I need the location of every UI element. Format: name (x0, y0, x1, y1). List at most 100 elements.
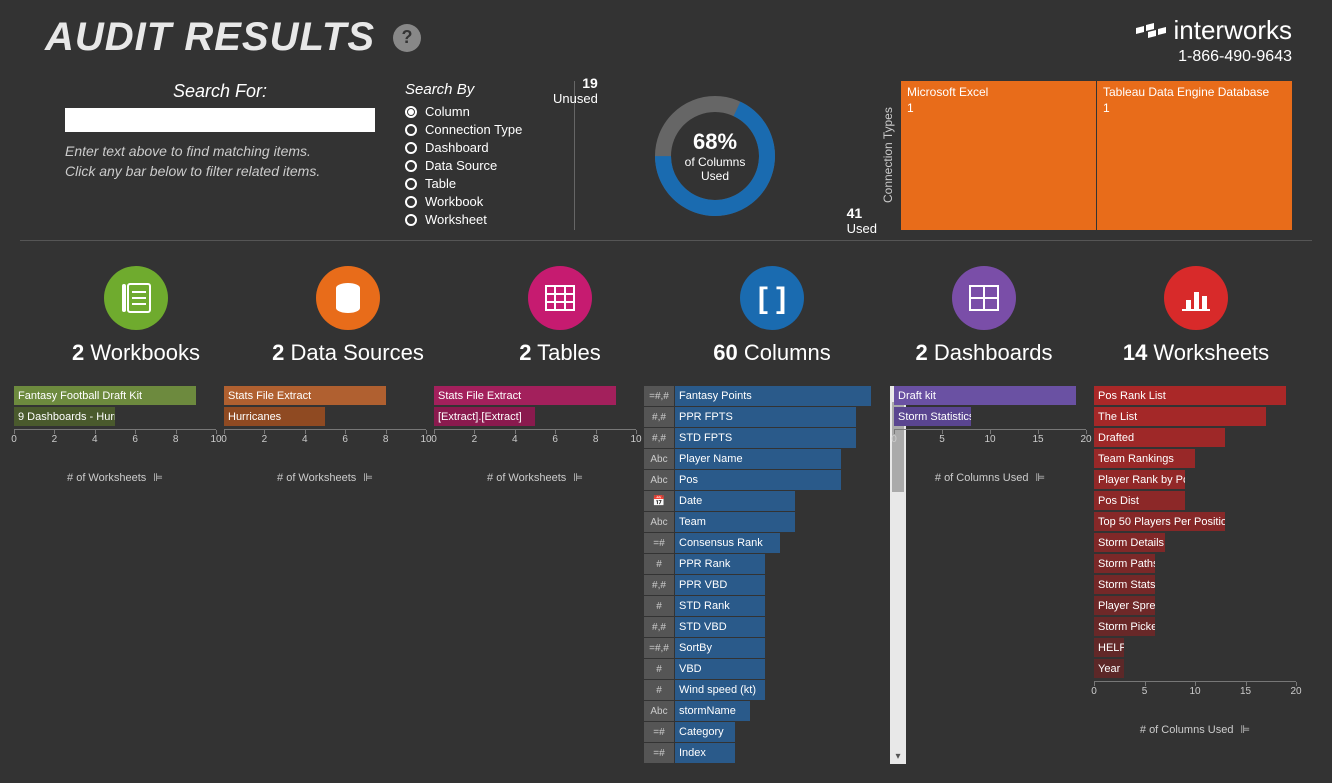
radio-worksheet[interactable]: Worksheet (405, 212, 574, 227)
worksheet-bar-item[interactable]: Player Rank by Pos (1094, 470, 1296, 490)
column-bar-item[interactable]: =#,#Fantasy Points (644, 386, 886, 406)
dtype-badge: Abc (644, 701, 674, 721)
radio-connection-type[interactable]: Connection Type (405, 122, 574, 137)
summary-columns[interactable]: [ ]60 Columns (672, 266, 872, 366)
worksheet-bar-item[interactable]: Player Spread (1094, 596, 1296, 616)
chart-datasources[interactable]: Stats File ExtractHurricanes0246810# of … (220, 386, 430, 764)
summary-icon (104, 266, 168, 330)
summary-tables[interactable]: 2 Tables (460, 266, 660, 366)
connection-types-label: Connection Types (875, 81, 901, 230)
chart-columns[interactable]: =#,#Fantasy Points#,#PPR FPTS#,#STD FPTS… (640, 386, 890, 764)
column-bar-item[interactable]: AbcPos (644, 470, 886, 490)
summary-icon (316, 266, 380, 330)
worksheet-bar-item[interactable]: Storm Picker (1094, 617, 1296, 637)
column-bar-item[interactable]: #Wind speed (kt) (644, 680, 886, 700)
radio-column[interactable]: Column (405, 104, 574, 119)
bar-item[interactable]: Fantasy Football Draft Kit (14, 386, 216, 406)
dtype-badge: #,# (644, 407, 674, 427)
sort-icon[interactable]: ⊫ (363, 471, 373, 484)
column-bar-item[interactable]: =#Category (644, 722, 886, 742)
search-input[interactable] (65, 108, 375, 132)
column-bar-item[interactable]: AbcstormName (644, 701, 886, 721)
dtype-badge: Abc (644, 512, 674, 532)
axis-title: # of Columns Used ⊫ (1094, 723, 1296, 736)
column-bar-item[interactable]: #,#PPR VBD (644, 575, 886, 595)
donut-chart[interactable]: 68% of Columns Used (650, 91, 780, 221)
worksheet-bar-item[interactable]: HELP (1094, 638, 1296, 658)
summary-worksheets[interactable]: 14 Worksheets (1096, 266, 1296, 366)
help-icon[interactable]: ? (393, 24, 421, 52)
bar-item[interactable]: Hurricanes (224, 407, 426, 427)
brand-name: interworks (1174, 15, 1292, 46)
bar-item[interactable]: Storm Statistics (894, 407, 1086, 427)
axis-title: # of Worksheets ⊫ (224, 471, 426, 484)
worksheet-bar-item[interactable]: Storm Paths (1094, 554, 1296, 574)
dtype-badge: Abc (644, 449, 674, 469)
dtype-badge: # (644, 596, 674, 616)
sort-icon[interactable]: ⊫ (1036, 471, 1046, 484)
summary-icon (528, 266, 592, 330)
column-bar-item[interactable]: #VBD (644, 659, 886, 679)
sort-icon[interactable]: ⊫ (1241, 723, 1251, 736)
donut-percent: 68% (685, 129, 746, 155)
radio-icon (405, 142, 417, 154)
worksheet-bar-item[interactable]: Drafted (1094, 428, 1296, 448)
worksheet-bar-item[interactable]: Pos Dist (1094, 491, 1296, 511)
bar-item[interactable]: Draft kit (894, 386, 1086, 406)
svg-text:[ ]: [ ] (758, 282, 786, 315)
dtype-badge: # (644, 659, 674, 679)
brand-phone: 1-866-490-9643 (1136, 48, 1292, 66)
radio-icon (405, 196, 417, 208)
search-hint: Enter text above to find matching items.… (65, 142, 375, 181)
chart-worksheets[interactable]: Pos Rank ListThe ListDraftedTeam Ranking… (1090, 386, 1300, 764)
sort-icon[interactable]: ⊫ (153, 471, 163, 484)
summary-dashboards[interactable]: 2 Dashboards (884, 266, 1084, 366)
dtype-badge: #,# (644, 575, 674, 595)
donut-used-label: 41 Used (847, 205, 877, 236)
column-bar-item[interactable]: =#Index (644, 743, 886, 763)
page-title: AUDIT RESULTS (45, 15, 375, 60)
dtype-badge: #,# (644, 617, 674, 637)
radio-workbook[interactable]: Workbook (405, 194, 574, 209)
chart-dashboards[interactable]: Draft kitStorm Statistics05101520# of Co… (890, 386, 1090, 764)
column-bar-item[interactable]: #,#STD FPTS (644, 428, 886, 448)
chart-workbooks[interactable]: Fantasy Football Draft Kit9 Dashboards -… (10, 386, 220, 764)
chart-tables[interactable]: Stats File Extract[Extract].[Extract]024… (430, 386, 640, 764)
radio-dashboard[interactable]: Dashboard (405, 140, 574, 155)
search-by-title: Search By (405, 81, 574, 98)
worksheet-bar-item[interactable]: Year Picker (1094, 659, 1296, 679)
bar-item[interactable]: 9 Dashboards - Hurricane Dashboard (14, 407, 216, 427)
bar-item[interactable]: [Extract].[Extract] (434, 407, 636, 427)
worksheet-bar-item[interactable]: Storm Stats (1094, 575, 1296, 595)
axis-title: # of Worksheets ⊫ (434, 471, 636, 484)
dtype-badge: =#,# (644, 386, 674, 406)
sort-icon[interactable]: ⊫ (573, 471, 583, 484)
bar-item[interactable]: Stats File Extract (224, 386, 426, 406)
column-bar-item[interactable]: AbcPlayer Name (644, 449, 886, 469)
worksheet-bar-item[interactable]: Pos Rank List (1094, 386, 1296, 406)
summary-workbooks[interactable]: 2 Workbooks (36, 266, 236, 366)
radio-icon (405, 124, 417, 136)
bar-item[interactable]: Stats File Extract (434, 386, 636, 406)
column-bar-item[interactable]: #STD Rank (644, 596, 886, 616)
column-bar-item[interactable]: #,#PPR FPTS (644, 407, 886, 427)
worksheet-bar-item[interactable]: Top 50 Players Per Position (1094, 512, 1296, 532)
scroll-down-icon[interactable]: ▾ (890, 748, 906, 764)
summary-data-sources[interactable]: 2 Data Sources (248, 266, 448, 366)
connection-tile[interactable]: Tableau Data Engine Database1 (1097, 81, 1292, 230)
column-bar-item[interactable]: =#Consensus Rank (644, 533, 886, 553)
radio-data-source[interactable]: Data Source (405, 158, 574, 173)
worksheet-bar-item[interactable]: Team Rankings (1094, 449, 1296, 469)
dtype-badge: #,# (644, 428, 674, 448)
summary-icon: [ ] (740, 266, 804, 330)
column-bar-item[interactable]: =#,#SortBy (644, 638, 886, 658)
donut-unused-label: 19 Unused (553, 75, 598, 106)
worksheet-bar-item[interactable]: The List (1094, 407, 1296, 427)
column-bar-item[interactable]: #,#STD VBD (644, 617, 886, 637)
column-bar-item[interactable]: 📅Date (644, 491, 886, 511)
worksheet-bar-item[interactable]: Storm Details (1094, 533, 1296, 553)
column-bar-item[interactable]: AbcTeam (644, 512, 886, 532)
radio-table[interactable]: Table (405, 176, 574, 191)
column-bar-item[interactable]: #PPR Rank (644, 554, 886, 574)
connection-tile[interactable]: Microsoft Excel1 (901, 81, 1096, 230)
